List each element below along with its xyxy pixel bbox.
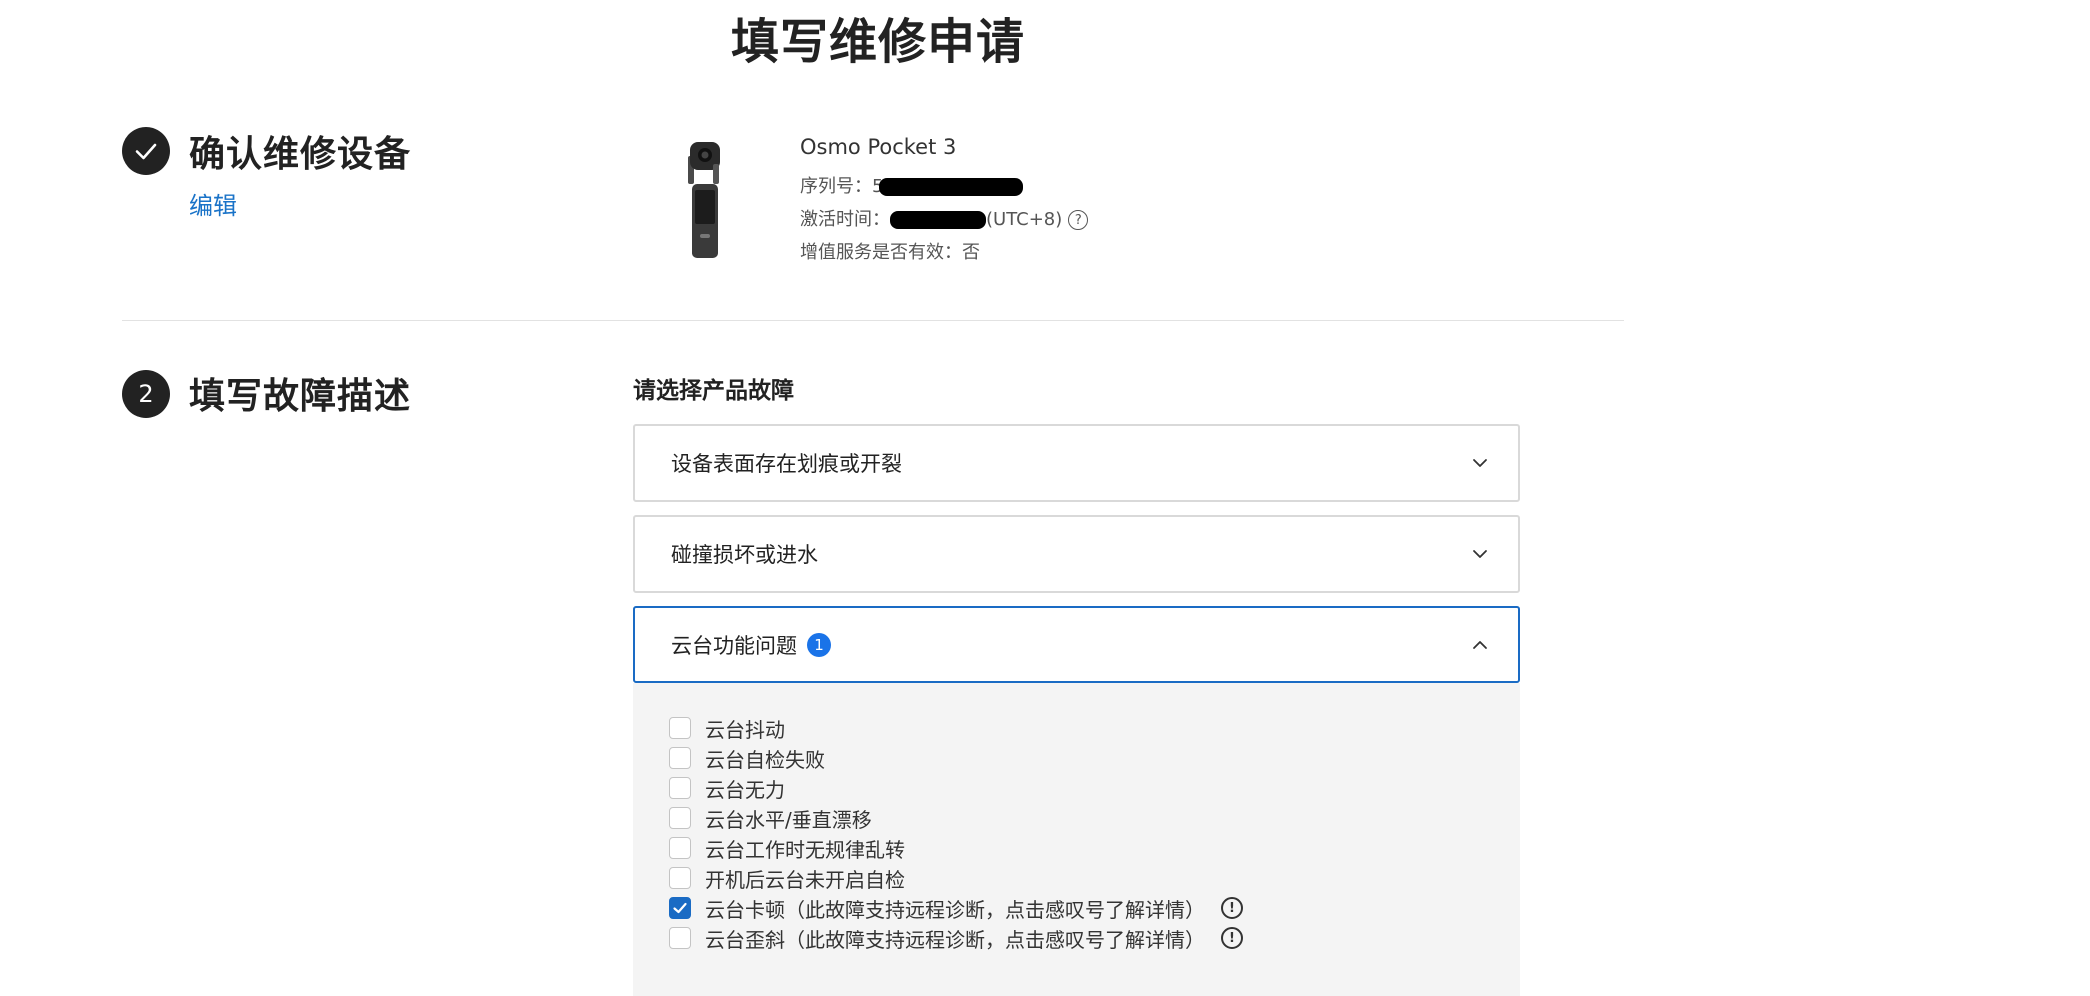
fault-category-impact-water[interactable]: 碰撞损坏或进水 [633,515,1520,593]
accordion-label: 云台功能问题 [671,633,797,658]
activation-time-row: 激活时间： (UTC+8)? [800,205,1089,231]
section-divider [122,320,1624,321]
serial-label: 序列号： [800,176,872,197]
option-label: 云台工作时无规律乱转 [705,837,905,862]
activation-label: 激活时间： [800,209,890,230]
checkbox[interactable] [669,807,691,829]
checkbox[interactable] [669,777,691,799]
edit-device-link[interactable]: 编辑 [189,186,237,221]
value-added-label: 增值服务是否有效： [800,242,962,263]
exclamation-circle-icon[interactable]: ! [1221,927,1243,949]
repair-request-page: 填写维修申请 确认维修设备 编辑 Osmo Pocket 3 序列号：5 激活时… [0,0,2090,996]
checkbox[interactable] [669,867,691,889]
checkbox-checked[interactable] [669,897,691,919]
serial-redaction [879,178,1024,196]
step-1-heading: 确认维修设备 [189,134,412,175]
fault-option[interactable]: 云台工作时无规律乱转 [669,833,1520,863]
fault-option[interactable]: 云台抖动 [669,713,1520,743]
accordion-label: 设备表面存在划痕或开裂 [671,452,902,476]
option-label: 云台无力 [705,777,785,802]
checkbox[interactable] [669,717,691,739]
fault-option[interactable]: 开机后云台未开启自检 [669,863,1520,893]
chevron-down-icon [1473,550,1487,558]
value-added-value: 否 [962,242,980,263]
exclamation-circle-icon[interactable]: ! [1221,897,1243,919]
step-1-check-icon [122,127,170,175]
fault-option[interactable]: 云台无力 [669,773,1520,803]
fault-option[interactable]: 云台歪斜（此故障支持远程诊断，点击感叹号了解详情） ! [669,923,1520,953]
fault-option[interactable]: 云台水平/垂直漂移 [669,803,1520,833]
option-label: 云台歪斜（此故障支持远程诊断，点击感叹号了解详情） [705,927,1205,952]
option-label: 开机后云台未开启自检 [705,867,905,892]
check-icon [673,902,687,914]
activation-redaction [890,211,986,229]
device-name: Osmo Pocket 3 [800,135,957,159]
gimbal-fault-options-panel: 云台抖动 云台自检失败 云台无力 云台水平/垂直漂移 云台工作时无规律乱转 开机… [633,683,1520,996]
accordion-label: 碰撞损坏或进水 [671,543,818,567]
option-label: 云台抖动 [705,717,785,742]
option-label: 云台卡顿（此故障支持远程诊断，点击感叹号了解详情） [705,897,1205,922]
step-2-heading: 填写故障描述 [189,376,412,417]
activation-timezone: (UTC+8) [986,209,1063,230]
fault-option[interactable]: 云台卡顿（此故障支持远程诊断，点击感叹号了解详情） ! [669,893,1520,923]
fault-category-gimbal[interactable]: 云台功能问题 1 [633,606,1520,683]
option-label: 云台自检失败 [705,747,825,772]
chevron-down-icon [1473,459,1487,467]
checkbox[interactable] [669,837,691,859]
serial-number-row: 序列号：5 [800,172,1024,198]
checkbox[interactable] [669,747,691,769]
step-2-number: 2 [122,370,170,418]
camera-gimbal-icon [680,138,728,260]
fault-category-surface-damage[interactable]: 设备表面存在划痕或开裂 [633,424,1520,502]
question-circle-icon[interactable]: ? [1068,210,1089,230]
fault-section-label: 请选择产品故障 [633,378,794,404]
checkbox[interactable] [669,927,691,949]
page-title: 填写维修申请 [731,14,1026,70]
chevron-up-icon [1473,640,1487,649]
option-label: 云台水平/垂直漂移 [705,807,872,832]
value-added-service-row: 增值服务是否有效：否 [800,238,980,264]
fault-option[interactable]: 云台自检失败 [669,743,1520,773]
selected-count-badge: 1 [807,632,831,657]
